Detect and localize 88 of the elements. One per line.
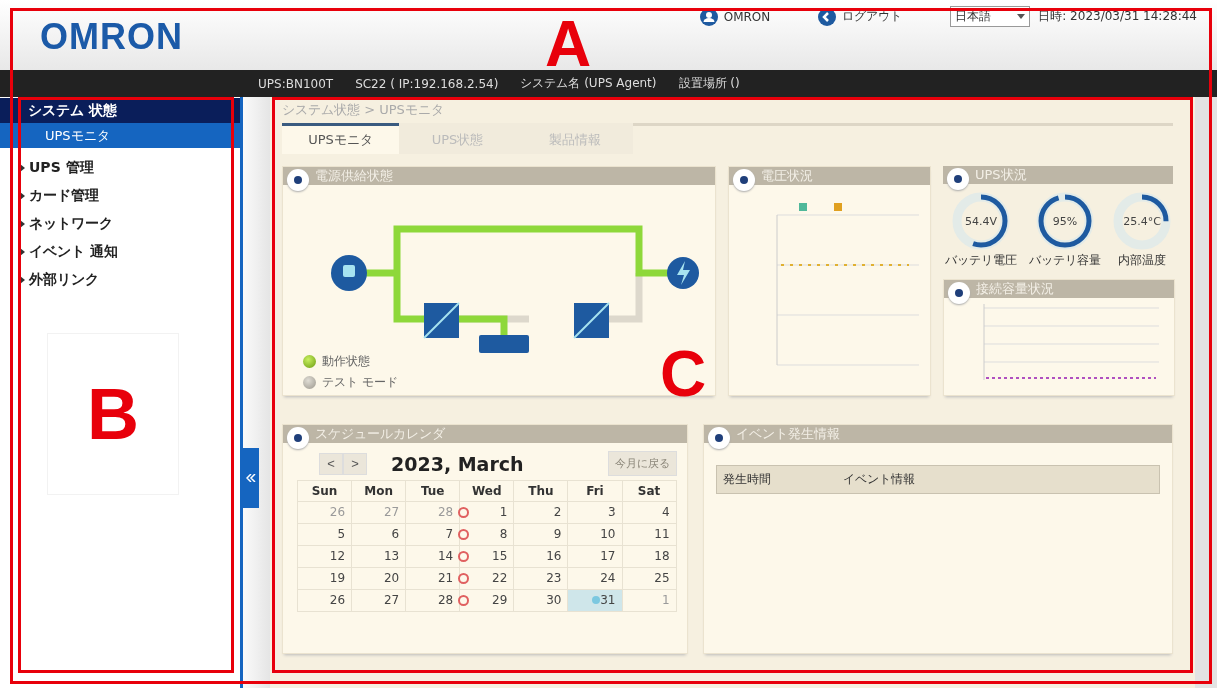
gauge-label: 内部温度 [1118,252,1166,269]
breadcrumb: システム状態 > UPSモニタ [282,101,445,119]
gauge-label: バッテリ電圧 [945,252,1017,269]
panel-title: 電圧状況 [761,167,814,185]
calendar-day[interactable]: 20 [352,568,407,590]
calendar-day[interactable]: 13 [352,546,407,568]
calendar-day[interactable]: 14 [406,546,461,568]
sidebar-item[interactable]: ネットワーク [0,210,240,238]
datetime-text: 日時: 2023/03/31 14:28:44 [1038,8,1197,25]
calendar-day[interactable]: 4 [622,502,677,524]
weekday-header: Wed [460,481,515,502]
gauge-reading: 54.4V [965,214,997,228]
annotation-label: A [545,12,592,76]
calendar-day[interactable]: 1 [460,502,515,524]
weekday-header: Sun [298,481,353,502]
panel-knob-icon [287,427,309,449]
weekday-header: Tue [406,481,461,502]
panel-title: UPS状況 [975,166,1027,184]
panel-title: 電源供給状態 [315,167,393,185]
weekday-header: Mon [352,481,407,502]
info-text: 設置場所 () [678,75,740,92]
calendar-day[interactable]: 17 [568,546,623,568]
double-chevron-icon [246,473,256,482]
collapse-button[interactable] [243,447,259,508]
calendar-day[interactable]: 6 [352,524,407,546]
sidebar-item[interactable]: カード管理 [0,182,240,210]
gauge-reading: 95% [1052,214,1078,228]
calendar-day[interactable]: 7 [406,524,461,546]
column-header: 発生時間 [721,471,772,488]
gauge-reading: 25.4°C [1123,214,1161,228]
expand-icon [20,192,25,200]
panel-knob-icon [287,169,309,191]
panel-title: 接続容量状況 [976,280,1054,298]
annotation-label: B [87,373,139,455]
calendar-day[interactable]: 2 [514,502,569,524]
calendar-day[interactable]: 11 [622,524,677,546]
panel-title: イベント発生情報 [735,425,840,443]
calendar-day[interactable]: 27 [352,590,407,612]
sidebar-item[interactable]: イベント 通知 [0,238,240,266]
calendar-day[interactable]: 25 [622,568,677,590]
sidebar-item[interactable]: UPS 管理 [0,154,240,182]
calendar-day[interactable]: 28 [406,590,461,612]
info-text: UPS:BN100T [258,76,334,91]
gauge-label: バッテリ容量 [1029,252,1101,269]
legend-label: 動作状態 [322,353,370,370]
next-month-button[interactable]: > [343,452,367,475]
tab[interactable]: UPSモニタ [282,123,399,154]
sidebar-subitem[interactable]: UPSモニタ [0,123,240,148]
calendar-day[interactable]: 22 [460,568,515,590]
calendar-day[interactable]: 5 [298,524,353,546]
legend-label: テスト モード [322,374,398,391]
prev-month-button[interactable]: < [319,452,343,475]
calendar-month: 2023, March [391,452,525,475]
column-header: イベント情報 [841,471,916,488]
sidebar-item[interactable]: 外部リンク [0,266,240,294]
calendar-day[interactable]: 21 [406,568,461,590]
weekday-header: Sat [622,481,677,502]
panel-knob-icon [948,282,970,304]
annotation-label: C [660,342,707,406]
calendar-day[interactable]: 29 [460,590,515,612]
panel-knob-icon [707,427,730,449]
today-dot-icon [592,596,601,604]
expand-icon [20,248,25,256]
weekday-header: Fri [568,481,623,502]
expand-icon [20,220,25,228]
expand-icon [20,276,25,284]
calendar-day[interactable]: 10 [568,524,623,546]
dropdown-icon [1017,14,1026,19]
panel-knob-icon [947,168,969,190]
calendar-day[interactable]: 26 [298,590,353,612]
info-text: システム名 (UPS Agent) [520,75,657,92]
panel-knob-icon [733,169,756,191]
weekday-header: Thu [514,481,569,502]
calendar-day[interactable]: 19 [298,568,353,590]
calendar-day[interactable]: 12 [298,546,353,568]
calendar-day[interactable]: 8 [460,524,515,546]
logout-link[interactable]: ログアウト [818,7,903,26]
calendar-day[interactable]: 3 [568,502,623,524]
calendar-day[interactable]: 23 [514,568,569,590]
info-text: SC22 ( IP:192.168.2.54) [355,76,499,91]
calendar-day[interactable]: 16 [514,546,569,568]
calendar-day[interactable]: 9 [514,524,569,546]
omron-logo: OMRON [40,16,183,58]
calendar-day[interactable]: 31 [568,590,623,612]
expand-icon [20,164,25,172]
calendar-day[interactable]: 18 [622,546,677,568]
user-link[interactable]: OMRON [699,7,771,26]
calendar-day[interactable]: 15 [460,546,515,568]
